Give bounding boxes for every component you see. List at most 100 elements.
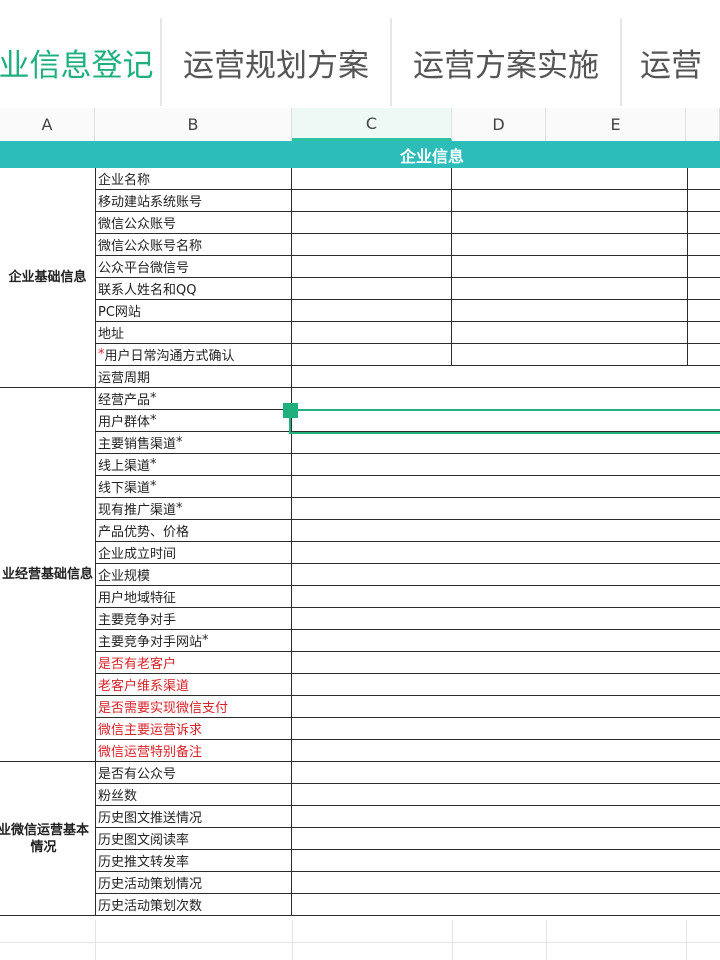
field-label-cell[interactable]: 历史活动策划情况 [96, 872, 292, 894]
field-label-cell[interactable]: 粉丝数 [96, 784, 292, 806]
field-label-cell[interactable]: 企业规模 [96, 564, 292, 586]
value-cell[interactable] [292, 564, 720, 586]
field-label-cell[interactable]: 联系人姓名和QQ [96, 278, 292, 300]
value-cell[interactable] [688, 300, 720, 322]
value-cell[interactable] [452, 168, 688, 190]
value-cell[interactable] [292, 366, 720, 388]
value-cell[interactable] [292, 784, 720, 806]
value-cell[interactable] [292, 388, 720, 410]
field-label-cell[interactable]: * 用户日常沟通方式确认 [96, 344, 292, 366]
value-cell[interactable] [452, 278, 688, 300]
value-cell[interactable] [292, 190, 452, 212]
field-label-cell[interactable]: 地址 [96, 322, 292, 344]
field-label-cell[interactable]: 是否需要实现微信支付 [96, 696, 292, 718]
value-cell[interactable] [292, 278, 452, 300]
value-cell[interactable] [292, 432, 720, 454]
field-label-cell[interactable]: 运营周期 [96, 366, 292, 388]
column-header[interactable]: D [452, 108, 546, 141]
field-label-cell[interactable]: 是否有老客户 [96, 652, 292, 674]
sheet-tab[interactable]: 运营 [622, 18, 720, 106]
value-cell[interactable] [452, 190, 688, 212]
selection-handle[interactable] [283, 403, 298, 418]
column-header[interactable]: E [546, 108, 686, 141]
value-cell[interactable] [292, 630, 720, 652]
value-cell[interactable] [688, 190, 720, 212]
field-label-cell[interactable]: 企业成立时间 [96, 542, 292, 564]
value-cell[interactable] [292, 894, 720, 916]
field-label-cell[interactable]: 线上渠道 * [96, 454, 292, 476]
field-label-cell[interactable]: 经营产品 * [96, 388, 292, 410]
field-label-cell[interactable]: 是否有公众号 [96, 762, 292, 784]
value-cell[interactable] [292, 762, 720, 784]
section-label-cell[interactable]: 企业基础信息 [0, 168, 96, 388]
value-cell[interactable] [292, 520, 720, 542]
value-cell[interactable] [688, 234, 720, 256]
field-label-cell[interactable]: 微信公众账号名称 [96, 234, 292, 256]
sheet-tab[interactable]: 运营规划方案 [162, 18, 390, 106]
value-cell[interactable] [292, 652, 720, 674]
value-cell[interactable] [452, 234, 688, 256]
value-cell[interactable] [292, 344, 452, 366]
field-label-cell[interactable]: PC网站 [96, 300, 292, 322]
field-label-cell[interactable]: 主要竞争对手 [96, 608, 292, 630]
field-label-cell[interactable]: 历史图文阅读率 [96, 828, 292, 850]
field-label-cell[interactable]: 主要竞争对手网站 * [96, 630, 292, 652]
field-label-cell[interactable]: 用户地域特征 [96, 586, 292, 608]
value-cell[interactable] [452, 322, 688, 344]
value-cell[interactable] [292, 696, 720, 718]
field-label-cell[interactable]: 主要销售渠道 * [96, 432, 292, 454]
value-cell[interactable] [292, 476, 720, 498]
column-header[interactable]: B [95, 108, 292, 141]
value-cell[interactable] [452, 344, 688, 366]
value-cell[interactable] [292, 168, 452, 190]
value-cell[interactable] [292, 234, 452, 256]
value-cell[interactable] [688, 278, 720, 300]
value-cell[interactable] [292, 872, 720, 894]
field-label-cell[interactable]: 现有推广渠道 * [96, 498, 292, 520]
value-cell[interactable] [292, 212, 452, 234]
sheet-tab[interactable]: 运营方案实施 [392, 18, 620, 106]
value-cell[interactable] [452, 256, 688, 278]
field-label-cell[interactable]: 历史活动策划次数 [96, 894, 292, 916]
section-label-cell[interactable]: 业经营基础信息 [0, 388, 96, 762]
value-cell[interactable] [292, 740, 720, 762]
section-label-cell[interactable]: 业微信运营基本情况 [0, 762, 96, 916]
value-cell[interactable] [292, 322, 452, 344]
field-label-cell[interactable]: 老客户维系渠道 [96, 674, 292, 696]
field-label-cell[interactable]: 历史推文转发率 [96, 850, 292, 872]
value-cell[interactable] [292, 256, 452, 278]
sheet-tab[interactable]: 业信息登记 [0, 18, 160, 106]
field-label-cell[interactable]: 产品优势、价格 [96, 520, 292, 542]
column-header[interactable]: A [0, 108, 95, 141]
field-label-cell[interactable]: 微信运营特别备注 [96, 740, 292, 762]
value-cell[interactable] [292, 454, 720, 476]
value-cell[interactable] [688, 344, 720, 366]
value-cell[interactable] [292, 718, 720, 740]
column-header[interactable]: C [292, 108, 452, 141]
value-cell[interactable] [452, 300, 688, 322]
value-cell[interactable] [452, 212, 688, 234]
value-cell[interactable] [688, 212, 720, 234]
field-label-cell[interactable]: 微信公众账号 [96, 212, 292, 234]
field-label-cell[interactable]: 公众平台微信号 [96, 256, 292, 278]
banner-title[interactable]: 企业信息 [292, 141, 572, 168]
field-label-cell[interactable]: 线下渠道 * [96, 476, 292, 498]
value-cell[interactable] [292, 586, 720, 608]
value-cell[interactable] [688, 322, 720, 344]
column-header[interactable] [686, 108, 720, 141]
field-label-cell[interactable]: 微信主要运营诉求 [96, 718, 292, 740]
value-cell[interactable] [292, 542, 720, 564]
value-cell[interactable] [292, 608, 720, 630]
value-cell[interactable] [292, 410, 720, 432]
value-cell[interactable] [688, 168, 720, 190]
field-label-cell[interactable]: 企业名称 [96, 168, 292, 190]
value-cell[interactable] [292, 300, 452, 322]
field-label-cell[interactable]: 移动建站系统账号 [96, 190, 292, 212]
field-label-cell[interactable]: 历史图文推送情况 [96, 806, 292, 828]
value-cell[interactable] [292, 498, 720, 520]
value-cell[interactable] [292, 828, 720, 850]
value-cell[interactable] [292, 674, 720, 696]
field-label-cell[interactable]: 用户群体 * [96, 410, 292, 432]
value-cell[interactable] [292, 850, 720, 872]
value-cell[interactable] [688, 256, 720, 278]
